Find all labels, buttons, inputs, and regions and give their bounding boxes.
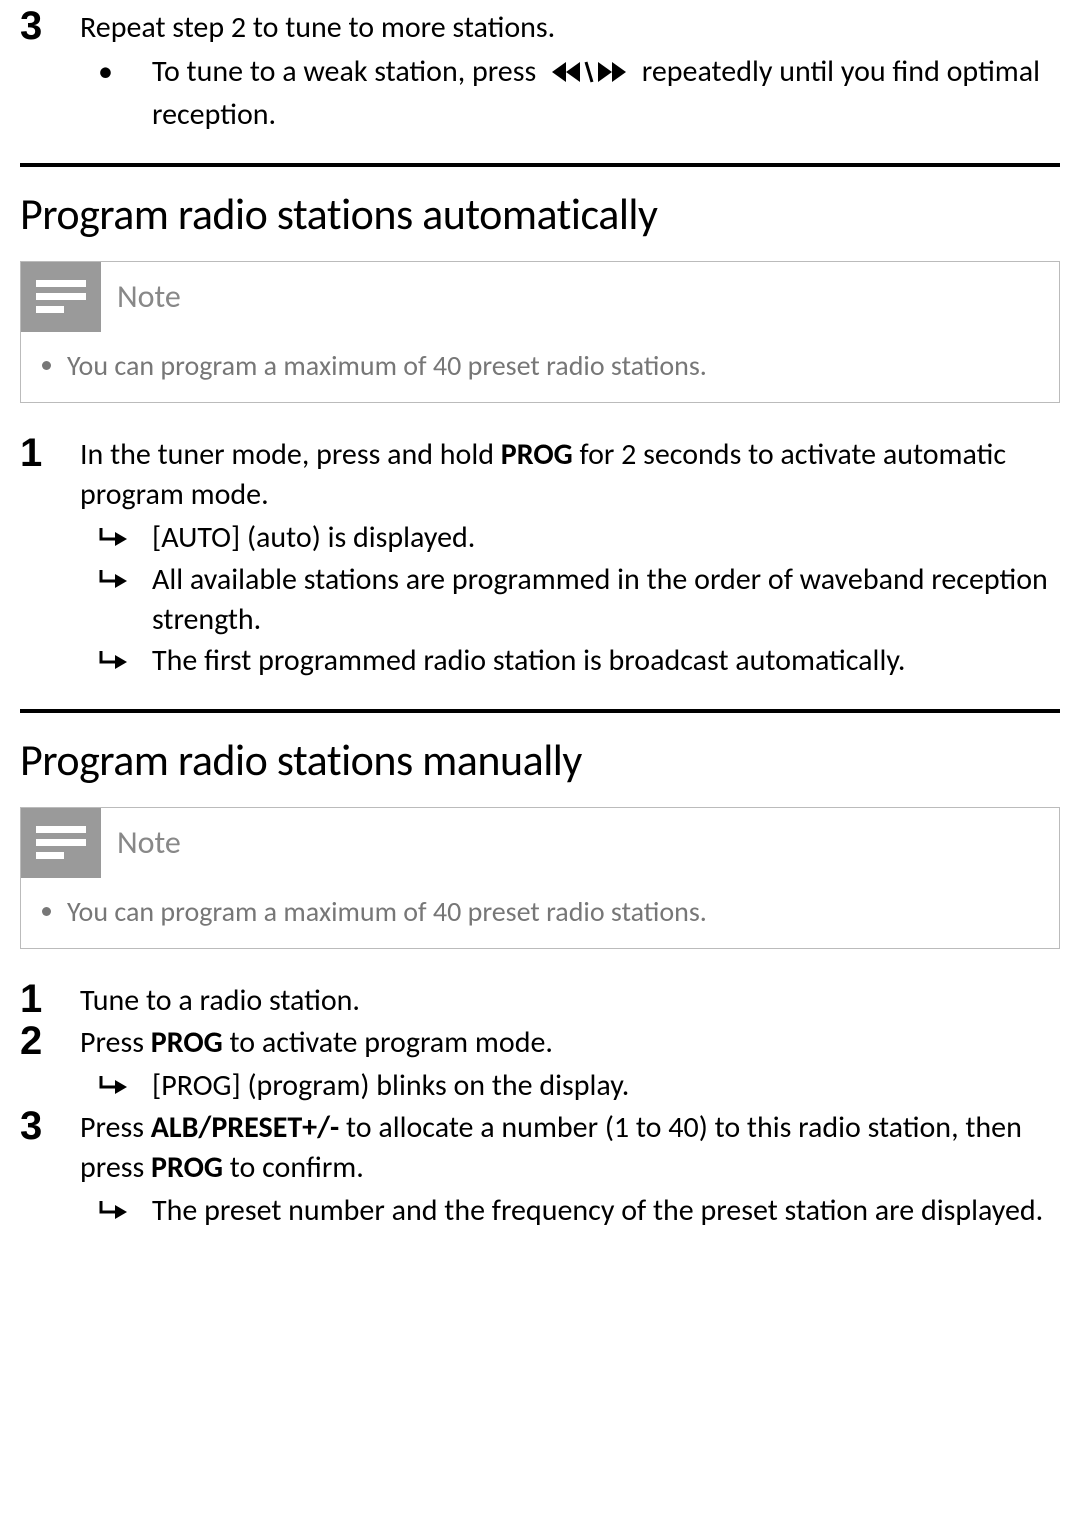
result-arrow-item: [PROG] (program) blinks on the display. — [80, 1066, 629, 1106]
bold-text: PROG — [151, 1149, 223, 1186]
result-arrow-icon — [80, 1191, 152, 1221]
sub-bullet-text: To tune to a weak station, press — [152, 52, 1060, 135]
note-item: You can program a maximum of 40 preset r… — [67, 894, 1035, 930]
step-body: In the tuner mode, press and hold PROG f… — [80, 433, 1060, 681]
result-arrows: [AUTO] (auto) is displayed.All available… — [80, 518, 1060, 680]
result-arrow-text: [AUTO] (auto) is displayed. — [152, 518, 1060, 558]
step-number: 1 — [20, 433, 80, 473]
manual-steps-list: 1Tune to a radio station.2Press PROG to … — [20, 979, 1060, 1231]
step-item: 3Press ALB/PRESET+/- to allocate a numbe… — [20, 1106, 1060, 1231]
section-auto: Program radio stations automatically Not… — [20, 187, 1060, 681]
result-arrows: The preset number and the frequency of t… — [80, 1191, 1060, 1231]
section-divider — [20, 709, 1060, 713]
step-body: Tune to a radio station. — [80, 979, 360, 1021]
section-divider — [20, 163, 1060, 167]
note-header: Note — [21, 808, 1059, 878]
result-arrow-item: The first programmed radio station is br… — [80, 641, 1060, 681]
manual-page: 3 Repeat step 2 to tune to more stations… — [0, 0, 1080, 1251]
plain-text: to activate program mode. — [223, 1024, 553, 1061]
result-arrow-icon — [80, 1066, 152, 1096]
result-arrow-icon — [80, 641, 152, 671]
plain-text: Press — [80, 1109, 151, 1146]
note-box: Note You can program a maximum of 40 pre… — [20, 261, 1060, 403]
note-label: Note — [117, 823, 181, 862]
plain-text: to confirm. — [223, 1149, 364, 1186]
intro-step-list: 3 Repeat step 2 to tune to more stations… — [20, 6, 1060, 135]
step-number: 3 — [20, 1106, 80, 1146]
rewind-forward-icon — [547, 56, 631, 96]
bullet-pre: To tune to a weak station, press — [152, 53, 543, 90]
step-body: Press ALB/PRESET+/- to allocate a number… — [80, 1106, 1060, 1231]
sub-bullets: • To tune to a weak station, press — [80, 52, 1060, 135]
note-box: Note You can program a maximum of 40 pre… — [20, 807, 1060, 949]
note-icon — [21, 262, 101, 332]
result-arrow-text: The preset number and the frequency of t… — [152, 1191, 1060, 1231]
result-arrow-text: [PROG] (program) blinks on the display. — [152, 1066, 629, 1106]
step-body: Repeat step 2 to tune to more stations. … — [80, 6, 1060, 135]
result-arrow-text: The first programmed radio station is br… — [152, 641, 1060, 681]
step-number: 3 — [20, 6, 80, 46]
step-text: Press PROG to activate program mode. — [80, 1024, 553, 1061]
result-arrow-icon — [80, 560, 152, 590]
bullet-dot-icon: • — [80, 52, 152, 92]
bold-text: ALB/PRESET+/- — [151, 1109, 339, 1146]
result-arrow-icon — [80, 518, 152, 548]
step-number: 2 — [20, 1021, 80, 1061]
step-body: Press PROG to activate program mode. [PRO… — [80, 1021, 629, 1106]
note-label: Note — [117, 277, 181, 316]
step-item: 2Press PROG to activate program mode. [PR… — [20, 1021, 1060, 1106]
auto-steps-list: 1In the tuner mode, press and hold PROG … — [20, 433, 1060, 681]
note-item: You can program a maximum of 40 preset r… — [67, 348, 1035, 384]
step-text: In the tuner mode, press and hold PROG f… — [80, 436, 1006, 513]
result-arrow-item: All available stations are programmed in… — [80, 560, 1060, 639]
result-arrow-text: All available stations are programmed in… — [152, 560, 1060, 639]
plain-text: In the tuner mode, press and hold — [80, 436, 501, 473]
note-header: Note — [21, 262, 1059, 332]
step-text: Press ALB/PRESET+/- to allocate a number… — [80, 1109, 1022, 1186]
plain-text: Tune to a radio station. — [80, 982, 360, 1019]
sub-bullet-item: • To tune to a weak station, press — [80, 52, 1060, 135]
result-arrow-item: [AUTO] (auto) is displayed. — [80, 518, 1060, 558]
result-arrows: [PROG] (program) blinks on the display. — [80, 1066, 629, 1106]
plain-text: Press — [80, 1024, 151, 1061]
section-heading: Program radio stations manually — [20, 733, 1060, 787]
step-text: Tune to a radio station. — [80, 982, 360, 1019]
note-icon — [21, 808, 101, 878]
bold-text: PROG — [501, 436, 573, 473]
step-text: Repeat step 2 to tune to more stations. — [80, 9, 555, 46]
step-item: 1In the tuner mode, press and hold PROG … — [20, 433, 1060, 681]
result-arrow-item: The preset number and the frequency of t… — [80, 1191, 1060, 1231]
note-body: You can program a maximum of 40 preset r… — [21, 878, 1059, 948]
section-manual: Program radio stations manually Note You… — [20, 733, 1060, 1231]
step-item: 1Tune to a radio station. — [20, 979, 1060, 1021]
step-item: 3 Repeat step 2 to tune to more stations… — [20, 6, 1060, 135]
step-number: 1 — [20, 979, 80, 1019]
bold-text: PROG — [151, 1024, 223, 1061]
section-heading: Program radio stations automatically — [20, 187, 1060, 241]
note-body: You can program a maximum of 40 preset r… — [21, 332, 1059, 402]
